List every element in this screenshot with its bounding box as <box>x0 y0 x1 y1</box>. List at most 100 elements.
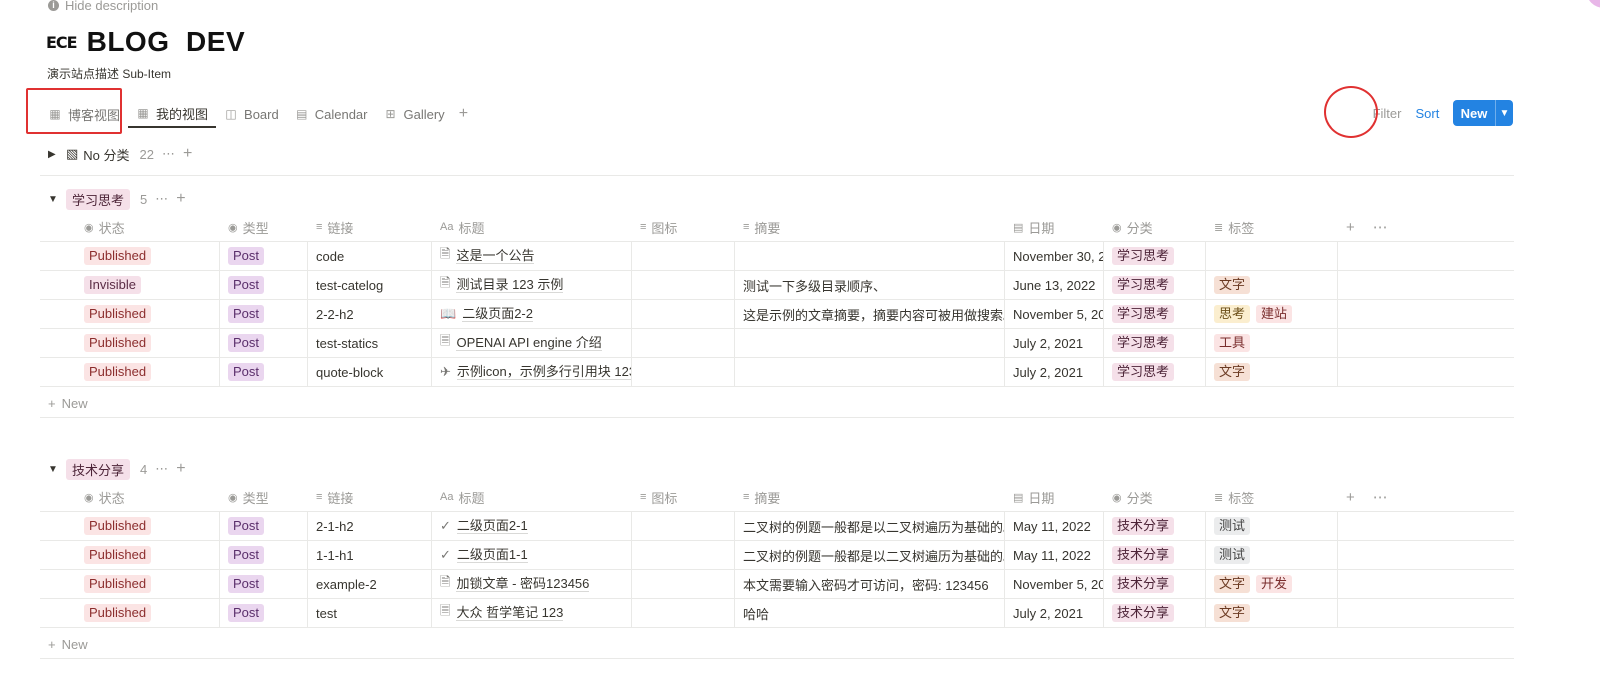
add-column-icon[interactable]: + <box>1346 489 1355 506</box>
status-cell[interactable]: Published <box>76 512 220 540</box>
add-column-icon[interactable]: + <box>1346 219 1355 236</box>
category-cell[interactable]: 学习思考 <box>1104 271 1206 299</box>
title-cell[interactable]: 🗎 这是一个公告 <box>432 242 632 270</box>
more-icon[interactable]: ⋯ <box>162 146 175 162</box>
table-row[interactable]: Published Post test 🗏 大众 哲学笔记 123 哈哈 July 2, 2… <box>40 599 1514 628</box>
icon-cell[interactable] <box>632 271 735 299</box>
status-cell[interactable]: Published <box>76 599 220 627</box>
summary-cell[interactable]: 二叉树的例题一般都是以二叉树遍历为基础的。 <box>735 512 1005 540</box>
page-title-link[interactable]: 这是一个公告 <box>456 248 535 264</box>
icon-cell[interactable] <box>632 358 735 386</box>
icon-cell[interactable] <box>632 300 735 328</box>
sort-button[interactable]: Sort <box>1415 106 1439 121</box>
type-cell[interactable]: Post <box>220 541 308 569</box>
group-header-tech[interactable]: ▼ 技术分享 4 ⋯ + <box>48 458 186 480</box>
group-header-study[interactable]: ▼ 学习思考 5 ⋯ + <box>48 188 186 210</box>
table-row[interactable]: Published Post 2-1-h2 ✓ 二级页面2-1 二叉树的例题一般都是以二叉… <box>40 512 1514 541</box>
slug-cell[interactable]: example-2 <box>308 570 432 598</box>
column-header-summary[interactable]: ≡ 摘要 <box>735 483 1005 511</box>
title-cell[interactable]: 🗎 测试目录 123 示例 <box>432 271 632 299</box>
type-cell[interactable]: Post <box>220 271 308 299</box>
column-header-title[interactable]: Aa 标题 <box>432 483 632 511</box>
tags-cell[interactable]: 文字 <box>1206 358 1338 386</box>
tab-board[interactable]: ◫ Board <box>216 100 287 128</box>
slug-cell[interactable]: test <box>308 599 432 627</box>
column-header-type[interactable]: ◉ 类型 <box>220 483 308 511</box>
date-cell[interactable]: November 30, 20 <box>1005 242 1104 270</box>
add-view-icon[interactable]: + <box>453 105 474 123</box>
caret-down-icon[interactable]: ▼ <box>48 464 58 475</box>
status-cell[interactable]: Invisible <box>76 271 220 299</box>
tags-cell[interactable]: 文字 <box>1206 599 1338 627</box>
tab-calendar[interactable]: ▤ Calendar <box>287 100 376 128</box>
type-cell[interactable]: Post <box>220 329 308 357</box>
filter-button[interactable]: Filter <box>1373 106 1402 121</box>
type-cell[interactable]: Post <box>220 242 308 270</box>
category-cell[interactable]: 学习思考 <box>1104 358 1206 386</box>
type-cell[interactable]: Post <box>220 512 308 540</box>
column-header-date[interactable]: ▤ 日期 <box>1005 483 1104 511</box>
summary-cell[interactable]: 这是示例的文章摘要，摘要内容可被用做搜索。 <box>735 300 1005 328</box>
table-row[interactable]: Published Post test-statics 🗏 OPENAI API eng… <box>40 329 1514 358</box>
caret-right-icon[interactable]: ▶ <box>48 149 58 160</box>
add-icon[interactable]: + <box>176 190 185 208</box>
column-header-date[interactable]: ▤ 日期 <box>1005 213 1104 241</box>
status-cell[interactable]: Published <box>76 329 220 357</box>
add-icon[interactable]: + <box>176 460 185 478</box>
page-title-link[interactable]: 二级页面1-1 <box>456 547 528 563</box>
icon-cell[interactable] <box>632 541 735 569</box>
status-cell[interactable]: Published <box>76 242 220 270</box>
page-title-link[interactable]: 二级页面2-1 <box>456 518 528 534</box>
category-cell[interactable]: 技术分享 <box>1104 541 1206 569</box>
page-title-link[interactable]: 二级页面2-2 <box>462 306 533 322</box>
icon-cell[interactable] <box>632 570 735 598</box>
slug-cell[interactable]: 2-2-h2 <box>308 300 432 328</box>
page-title-link[interactable]: 大众 哲学笔记 123 <box>456 605 564 621</box>
table-row[interactable]: Published Post 1-1-h1 ✓ 二级页面1-1 二叉树的例题一般都是以二叉… <box>40 541 1514 570</box>
slug-cell[interactable]: 1-1-h1 <box>308 541 432 569</box>
new-row-button[interactable]: + New <box>48 396 88 411</box>
table-row[interactable]: Published Post 2-2-h2 📖 二级页面2-2 这是示例的文章摘要，摘要内… <box>40 300 1514 329</box>
category-cell[interactable]: 技术分享 <box>1104 570 1206 598</box>
status-cell[interactable]: Published <box>76 570 220 598</box>
date-cell[interactable]: November 5, 202 <box>1005 300 1104 328</box>
title-cell[interactable]: 📖 二级页面2-2 <box>432 300 632 328</box>
title-cell[interactable]: 🗏 OPENAI API engine 介绍 <box>432 329 632 357</box>
icon-cell[interactable] <box>632 599 735 627</box>
summary-cell[interactable] <box>735 358 1005 386</box>
type-cell[interactable]: Post <box>220 599 308 627</box>
new-row-button[interactable]: + New <box>48 637 88 652</box>
tags-cell[interactable]: 工具 <box>1206 329 1338 357</box>
page-title-link[interactable]: 示例icon，示例多行引用块 123 <box>456 364 631 380</box>
type-cell[interactable]: Post <box>220 570 308 598</box>
tags-cell[interactable]: 文字 开发 <box>1206 570 1338 598</box>
chevron-down-icon[interactable]: ▼ <box>1495 100 1513 126</box>
tags-cell[interactable]: 测试 <box>1206 512 1338 540</box>
column-header-title[interactable]: Aa 标题 <box>432 213 632 241</box>
column-header-status[interactable]: ◉ 状态 <box>76 213 220 241</box>
add-icon[interactable]: + <box>183 145 192 163</box>
date-cell[interactable]: July 2, 2021 <box>1005 599 1104 627</box>
summary-cell[interactable]: 本文需要输入密码才可访问，密码: 123456 <box>735 570 1005 598</box>
date-cell[interactable]: July 2, 2021 <box>1005 358 1104 386</box>
table-row[interactable]: Published Post code 🗎 这是一个公告 November 30, 20 学… <box>40 242 1514 271</box>
tags-cell[interactable]: 测试 <box>1206 541 1338 569</box>
summary-cell[interactable] <box>735 329 1005 357</box>
more-icon[interactable]: ⋯ <box>155 461 168 477</box>
icon-cell[interactable] <box>632 329 735 357</box>
title-cell[interactable]: ✈ 示例icon，示例多行引用块 123 <box>432 358 632 386</box>
slug-cell[interactable]: code <box>308 242 432 270</box>
more-icon[interactable]: ⋯ <box>1373 218 1388 236</box>
slug-cell[interactable]: test-statics <box>308 329 432 357</box>
summary-cell[interactable]: 二叉树的例题一般都是以二叉树遍历为基础的。 <box>735 541 1005 569</box>
title-cell[interactable]: 🗎 加锁文章 - 密码123456 <box>432 570 632 598</box>
column-header-tags[interactable]: ≣ 标签 <box>1206 213 1338 241</box>
slug-cell[interactable]: test-catelog <box>308 271 432 299</box>
table-row[interactable]: Invisible Post test-catelog 🗎 测试目录 123 示例 测试一… <box>40 271 1514 300</box>
page-title[interactable]: BLOG DEV <box>87 26 246 58</box>
tab-blog-view[interactable]: ▦ 博客视图 <box>40 100 128 128</box>
table-row[interactable]: Published Post quote-block ✈ 示例icon，示例多行引用块 … <box>40 358 1514 387</box>
column-header-icon[interactable]: ≡ 图标 <box>632 213 735 241</box>
title-cell[interactable]: ✓ 二级页面2-1 <box>432 512 632 540</box>
tags-cell[interactable]: 文字 <box>1206 271 1338 299</box>
